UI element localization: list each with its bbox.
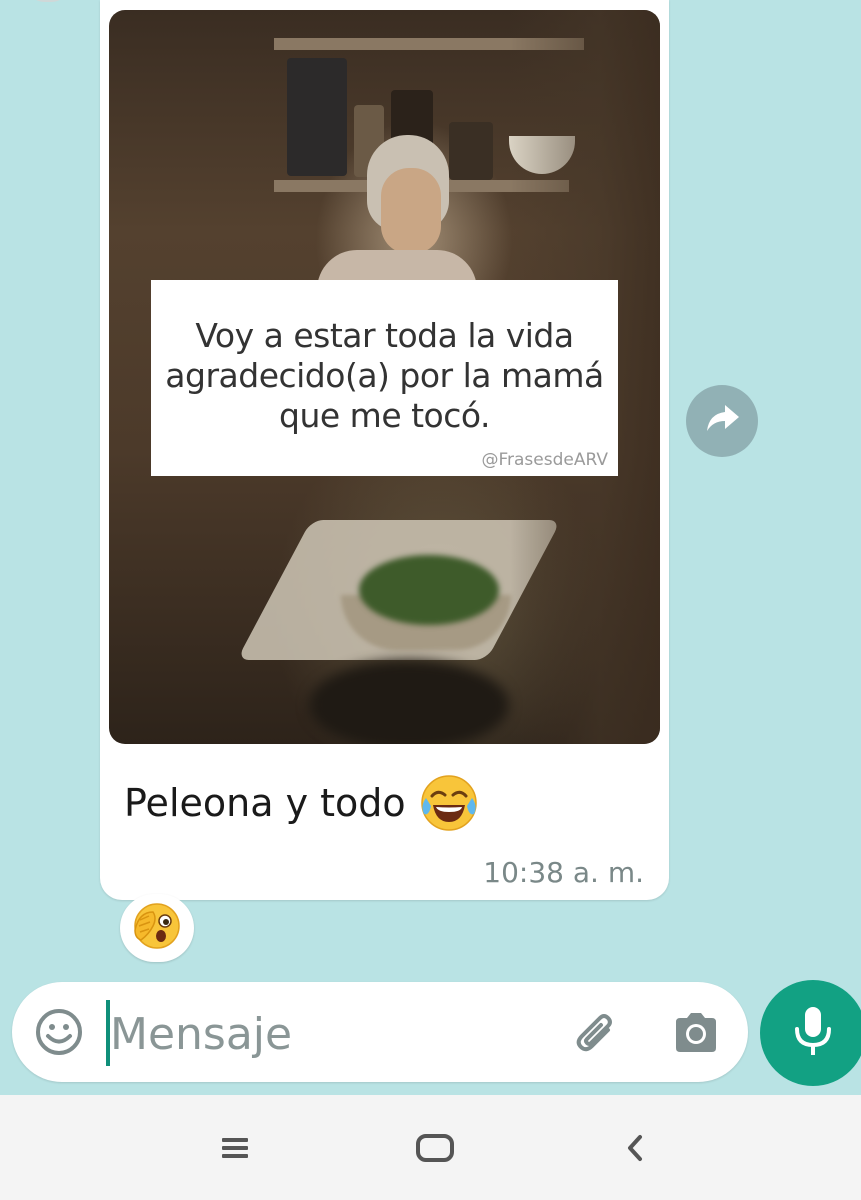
back-chevron-icon[interactable] [610,1123,660,1173]
home-rounded-rect-icon[interactable] [410,1123,460,1173]
quote-handle: @FrasesdeARV [481,450,608,470]
forward-button[interactable] [686,385,758,457]
forward-arrow-icon [702,399,742,444]
menu-lines-icon[interactable] [210,1123,260,1173]
message-reaction[interactable] [120,894,194,962]
tears-of-joy-emoji-icon [418,772,480,834]
system-navigation-bar [0,1095,861,1200]
smiley-icon[interactable] [34,1007,84,1057]
microphone-icon [789,1003,837,1064]
voice-message-button[interactable] [760,980,861,1086]
message-timestamp: 10:38 a. m. [483,856,644,889]
camera-icon[interactable] [670,1008,722,1058]
quote-text: Voy a estar toda la vida agradecido(a) p… [165,316,604,435]
peeking-face-emoji-icon [131,900,183,957]
caption-text: Peleona y todo [124,781,406,825]
message-image[interactable]: Voy a estar toda la vida agradecido(a) p… [109,10,660,744]
message-composer [12,982,748,1082]
quote-card: Voy a estar toda la vida agradecido(a) p… [151,280,618,476]
message-input[interactable] [110,1004,530,1064]
paperclip-icon[interactable] [572,1008,622,1058]
sender-avatar[interactable] [28,0,68,2]
message-bubble[interactable]: Voy a estar toda la vida agradecido(a) p… [100,0,669,900]
message-caption: Peleona y todo [124,772,480,834]
